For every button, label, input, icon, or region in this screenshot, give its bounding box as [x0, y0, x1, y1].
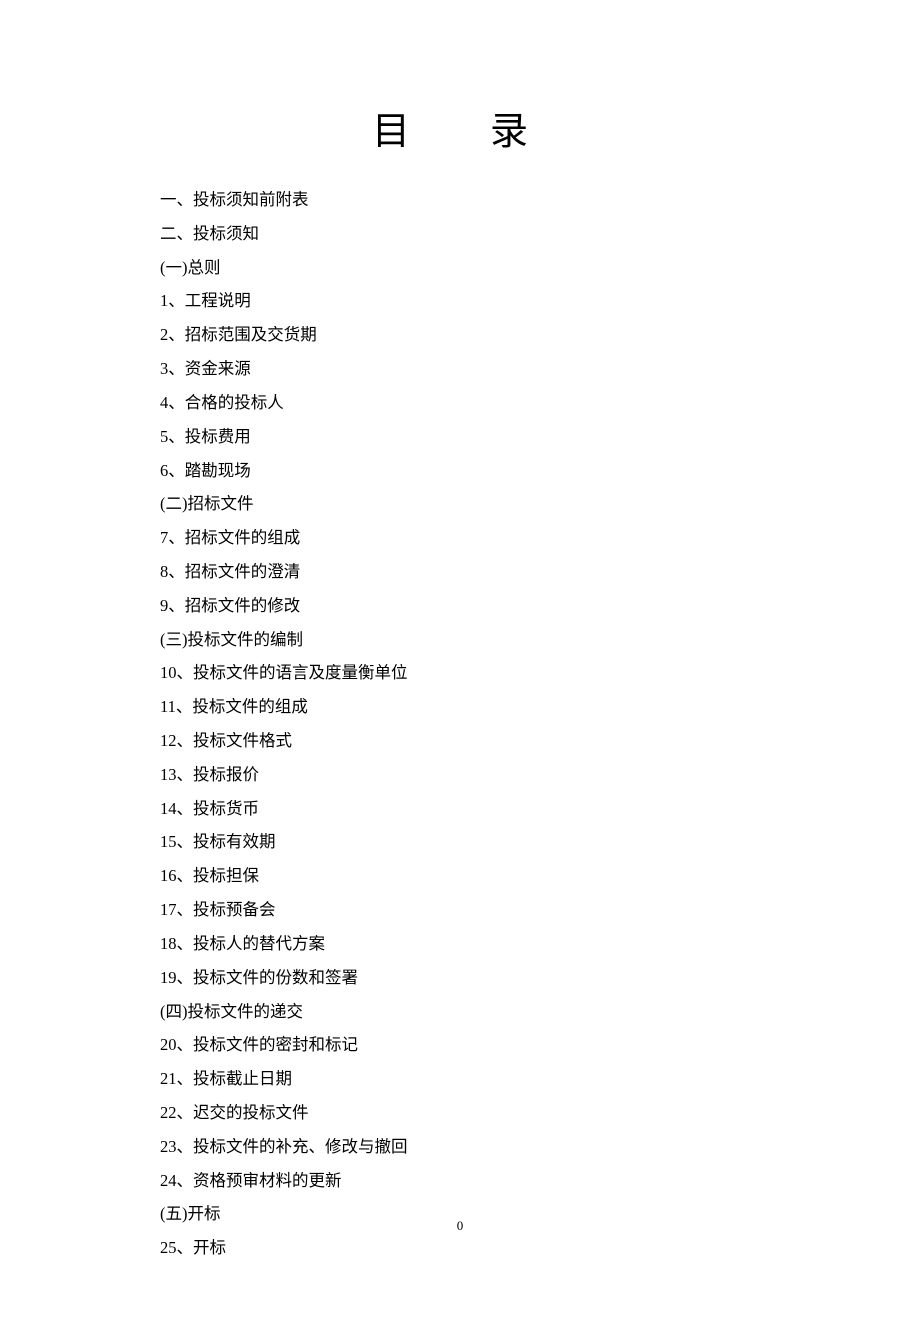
toc-item: 18、投标人的替代方案 [160, 927, 760, 961]
toc-item: 25、开标 [160, 1231, 760, 1265]
page-number: 0 [0, 1218, 920, 1234]
toc-item: 12、投标文件格式 [160, 724, 760, 758]
toc-item: 二、投标须知 [160, 217, 760, 251]
toc-item: (三)投标文件的编制 [160, 623, 760, 657]
toc-item: 2、招标范围及交货期 [160, 318, 760, 352]
toc-item: 20、投标文件的密封和标记 [160, 1028, 760, 1062]
toc-item: 5、投标费用 [160, 420, 760, 454]
toc-item: 13、投标报价 [160, 758, 760, 792]
toc-item: 17、投标预备会 [160, 893, 760, 927]
toc-item: 19、投标文件的份数和签署 [160, 961, 760, 995]
toc-item: 16、投标担保 [160, 859, 760, 893]
toc-item: 7、招标文件的组成 [160, 521, 760, 555]
toc-item: 4、合格的投标人 [160, 386, 760, 420]
toc-item: (一)总则 [160, 251, 760, 285]
toc-item: 21、投标截止日期 [160, 1062, 760, 1096]
toc-item: 24、资格预审材料的更新 [160, 1164, 760, 1198]
toc-item: 22、迟交的投标文件 [160, 1096, 760, 1130]
toc-item: (二)招标文件 [160, 487, 760, 521]
toc-item: 3、资金来源 [160, 352, 760, 386]
page-title: 目录 [160, 100, 760, 155]
toc-item: 10、投标文件的语言及度量衡单位 [160, 656, 760, 690]
toc-item: 1、工程说明 [160, 284, 760, 318]
toc-item: (四)投标文件的递交 [160, 995, 760, 1029]
toc-item: 9、招标文件的修改 [160, 589, 760, 623]
toc-item: 23、投标文件的补充、修改与撤回 [160, 1130, 760, 1164]
toc-item: 8、招标文件的澄清 [160, 555, 760, 589]
toc-item: 15、投标有效期 [160, 825, 760, 859]
toc-list: 一、投标须知前附表 二、投标须知 (一)总则 1、工程说明 2、招标范围及交货期… [160, 183, 760, 1265]
toc-item: 6、踏勘现场 [160, 454, 760, 488]
document-page: 目录 一、投标须知前附表 二、投标须知 (一)总则 1、工程说明 2、招标范围及… [0, 0, 920, 1325]
toc-item: 一、投标须知前附表 [160, 183, 760, 217]
toc-item: 11、投标文件的组成 [160, 690, 760, 724]
toc-item: 14、投标货币 [160, 792, 760, 826]
